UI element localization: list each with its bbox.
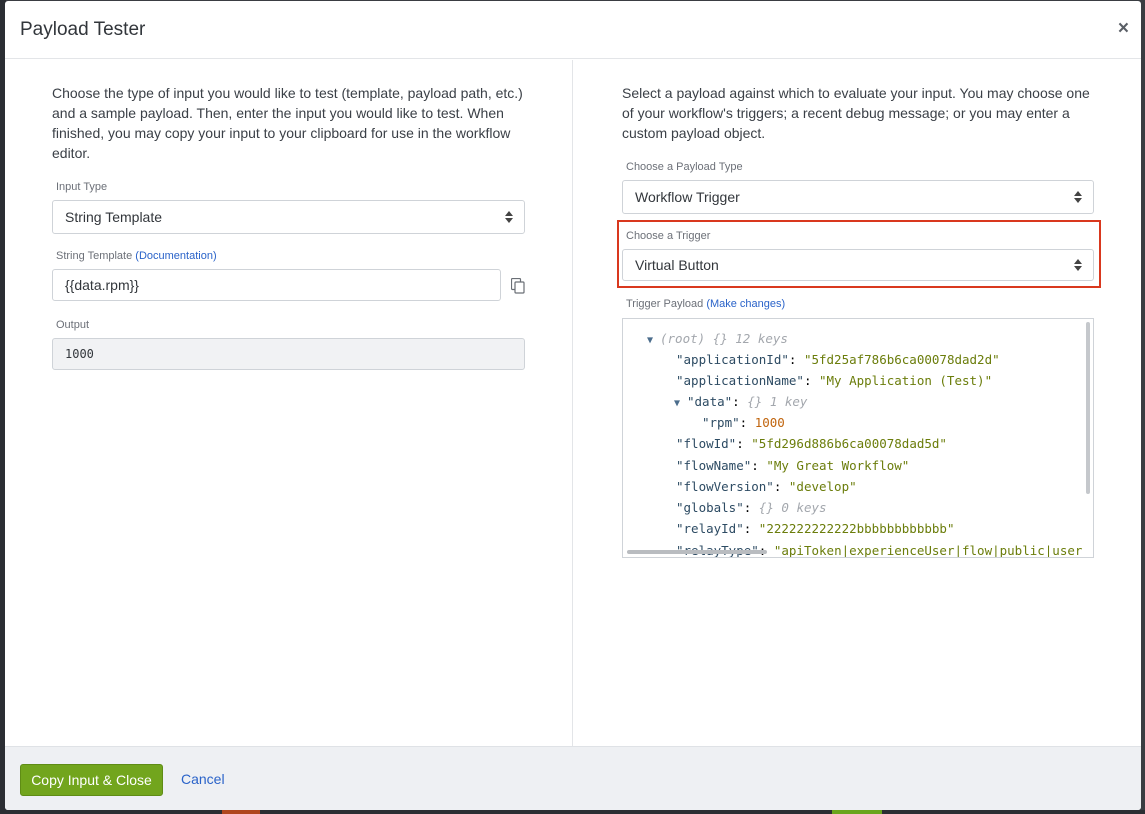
tree-key: "flowName" — [676, 458, 752, 473]
string-template-input[interactable]: {{data.rpm}} — [52, 269, 501, 301]
payload-type-label: Choose a Payload Type — [626, 161, 743, 173]
tree-row: "flowName": "My Great Workflow" — [676, 458, 910, 473]
output-value: 1000 — [52, 338, 525, 370]
string-template-label-text: String Template — [56, 250, 133, 262]
string-template-label: String Template (Documentation) — [56, 250, 217, 262]
tree-key: "flowVersion" — [676, 479, 774, 494]
tree-root-row[interactable]: ▼ (root) {} 12 keys — [647, 330, 788, 348]
payload-intro-text: Select a payload against which to evalua… — [622, 85, 1090, 141]
tree-key: "rpm" — [702, 415, 740, 430]
tree-row: "applicationId": "5fd25af786b6ca00078dad… — [676, 352, 1000, 367]
input-type-label: Input Type — [56, 181, 108, 193]
tree-meta: {} — [747, 394, 763, 409]
select-caret-icon — [1074, 190, 1082, 204]
documentation-link[interactable]: (Documentation) — [135, 250, 216, 262]
select-caret-icon — [1074, 258, 1082, 272]
modal-body: Choose the type of input you would like … — [5, 60, 1141, 746]
horizontal-scrollbar[interactable] — [627, 550, 767, 554]
payload-type-select[interactable]: Workflow Trigger — [622, 180, 1094, 214]
expand-triangle-icon[interactable]: ▼ — [674, 395, 687, 413]
tree-root-label: (root) — [660, 331, 706, 346]
tree-key: "data" — [687, 394, 733, 409]
trigger-select[interactable]: Virtual Button — [622, 249, 1094, 281]
tree-key: "applicationName" — [676, 373, 804, 388]
expand-triangle-icon[interactable]: ▼ — [647, 332, 660, 350]
tree-value: "apiToken|experienceUser|flow|public|use… — [773, 543, 1083, 558]
tree-data-row[interactable]: ▼ "data": {} 1 key — [674, 393, 807, 411]
tree-row: "rpm": 1000 — [702, 415, 785, 430]
tree-key: "relayId" — [676, 521, 744, 536]
payload-type-value: Workflow Trigger — [635, 189, 740, 205]
tree-row: "globals": {} 0 keys — [676, 500, 827, 515]
tree-value: "222222222222bbbbbbbbbbbb" — [758, 521, 955, 536]
trigger-payload-label-text: Trigger Payload — [626, 298, 704, 310]
background-bottom — [0, 810, 1145, 814]
make-changes-link[interactable]: (Make changes) — [706, 298, 785, 310]
close-icon[interactable]: × — [1118, 19, 1129, 39]
tree-value: "My Great Workflow" — [766, 458, 910, 473]
copy-to-clipboard-icon[interactable] — [511, 278, 525, 294]
tree-meta: {} — [758, 500, 774, 515]
tree-count: 1 key — [769, 394, 808, 409]
tree-key: "globals" — [676, 500, 744, 515]
modal-header: Payload Tester × — [5, 1, 1141, 59]
input-type-value: String Template — [65, 209, 163, 225]
trigger-payload-label: Trigger Payload (Make changes) — [626, 298, 785, 310]
modal-footer: Copy Input & Close Cancel — [5, 746, 1141, 810]
tree-count: 0 keys — [781, 500, 827, 515]
input-intro-text: Choose the type of input you would like … — [52, 85, 523, 161]
tree-key: "flowId" — [676, 436, 737, 451]
modal-title: Payload Tester — [20, 19, 146, 40]
tree-value: 1000 — [754, 415, 785, 430]
tree-row: "flowVersion": "develop" — [676, 479, 857, 494]
tree-row: "relayId": "222222222222bbbbbbbbbbbb" — [676, 521, 955, 536]
tree-count: 12 keys — [735, 331, 788, 346]
tree-key: "applicationId" — [676, 352, 789, 367]
trigger-label: Choose a Trigger — [626, 230, 711, 242]
tree-meta: {} — [712, 331, 728, 346]
tree-value: "5fd25af786b6ca00078dad2d" — [803, 352, 1000, 367]
payload-column: Select a payload against which to evalua… — [574, 60, 1141, 746]
output-label: Output — [56, 319, 90, 331]
payload-tester-modal: Payload Tester × Choose the type of inpu… — [5, 1, 1141, 810]
vertical-scrollbar[interactable] — [1086, 322, 1090, 494]
select-caret-icon — [505, 210, 513, 224]
cancel-button[interactable]: Cancel — [181, 771, 225, 787]
copy-input-close-button[interactable]: Copy Input & Close — [20, 764, 163, 796]
trigger-value: Virtual Button — [635, 257, 719, 273]
input-column: Choose the type of input you would like … — [5, 60, 573, 746]
tree-value: "5fd296d886b6ca00078dad5d" — [751, 436, 947, 451]
payload-tree-viewer[interactable]: ▼ (root) {} 12 keys "applicationId": "5fd… — [622, 318, 1094, 558]
tree-value: "develop" — [788, 479, 857, 494]
tree-row: "applicationName": "My Application (Test… — [676, 373, 993, 388]
input-type-select[interactable]: String Template — [52, 200, 525, 234]
tree-row: "flowId": "5fd296d886b6ca00078dad5d" — [676, 436, 947, 451]
tree-value: "My Application (Test)" — [819, 373, 993, 388]
